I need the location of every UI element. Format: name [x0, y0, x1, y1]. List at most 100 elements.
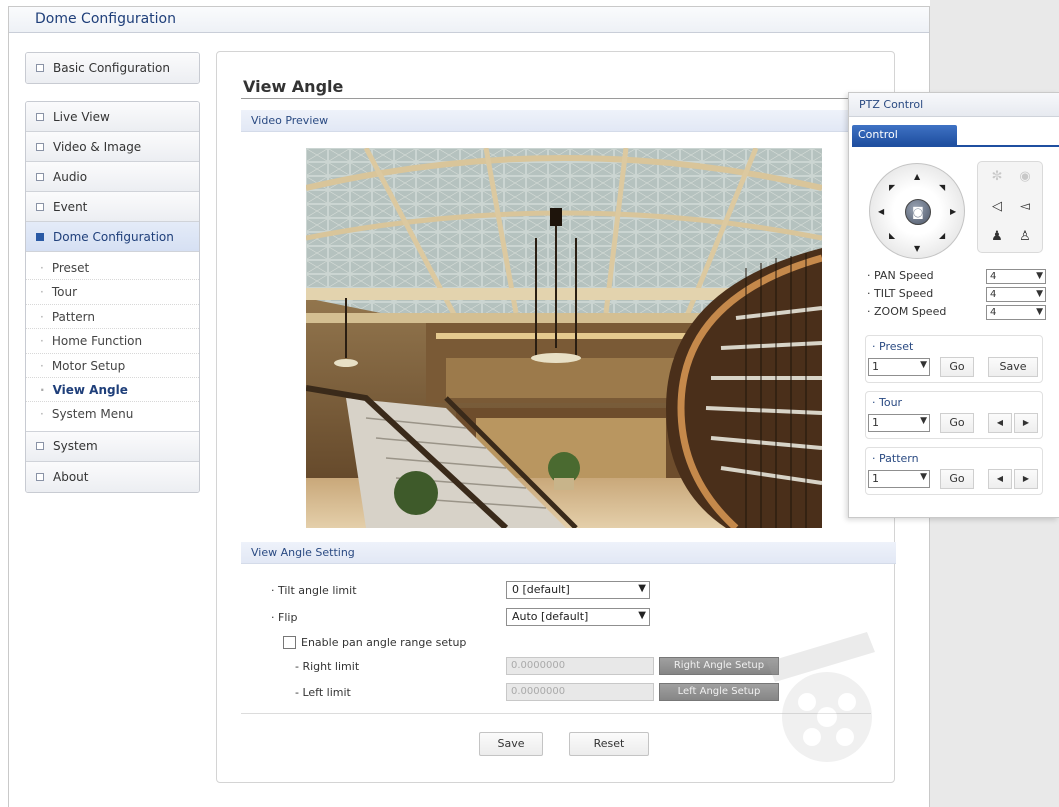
- right-limit-label: - Right limit: [295, 660, 360, 673]
- sidebar-item-label: Audio: [53, 169, 88, 184]
- tilt-angle-limit-select[interactable]: 0 [default] ▼: [506, 581, 650, 599]
- chevron-down-icon: ▼: [920, 472, 927, 482]
- zoom-in-icon[interactable]: ◁: [986, 196, 1008, 218]
- view-angle-setting-header: View Angle Setting: [241, 542, 896, 564]
- preset-save-button[interactable]: Save: [988, 357, 1038, 377]
- chevron-down-icon: ▼: [920, 360, 927, 370]
- ptz-panel-title: PTZ Control: [849, 93, 1059, 117]
- arrow-down-right-icon[interactable]: ◢: [939, 231, 945, 240]
- expand-icon: [36, 112, 44, 121]
- preset-select[interactable]: 1 ▼: [868, 358, 930, 376]
- iris-open-icon[interactable]: ♟: [986, 226, 1008, 248]
- sidebar-item-basic-configuration[interactable]: Basic Configuration: [26, 53, 199, 83]
- tab-control[interactable]: Control: [852, 125, 957, 145]
- sidebar-subitem-view-angle[interactable]: View Angle: [26, 378, 199, 403]
- tilt-angle-limit-text: Tilt angle limit: [278, 584, 357, 597]
- sidebar-basic-group: Basic Configuration: [25, 52, 200, 84]
- sidebar-subitem-pattern[interactable]: Pattern: [26, 305, 199, 330]
- pan-speed-label: · PAN Speed: [867, 269, 934, 282]
- ptz-lens-controls: ✼ ◉ ◁ ◅ ♟ ♙: [977, 161, 1043, 253]
- arrow-up-icon[interactable]: ▲: [914, 172, 920, 181]
- preset-label-text: Preset: [879, 340, 914, 353]
- page-header-title: Dome Configuration: [35, 11, 176, 27]
- expand-icon: [36, 472, 44, 481]
- focus-near-icon[interactable]: ✼: [986, 166, 1008, 188]
- right-limit-input[interactable]: 0.0000000: [506, 657, 654, 675]
- save-button[interactable]: Save: [479, 732, 543, 756]
- pan-speed-select[interactable]: 4 ▼: [986, 269, 1046, 284]
- pan-speed-text: PAN Speed: [874, 269, 934, 282]
- tour-group: · Tour 1 ▼ Go ◀ ▶: [865, 391, 1043, 439]
- tilt-angle-limit-label: · Tilt angle limit: [271, 584, 357, 597]
- expand-icon: [36, 142, 44, 151]
- sidebar-item-system[interactable]: System: [26, 431, 199, 462]
- arrow-up-right-icon[interactable]: ◥: [939, 183, 945, 192]
- home-icon[interactable]: ◙: [905, 199, 931, 225]
- tour-next-icon[interactable]: ▶: [1014, 413, 1038, 433]
- tour-label-text: Tour: [879, 396, 903, 409]
- reset-button[interactable]: Reset: [569, 732, 649, 756]
- content-panel: View Angle Video Preview View Angle Sett…: [216, 51, 896, 783]
- sidebar-subitem-preset[interactable]: Preset: [26, 256, 199, 281]
- iris-close-icon[interactable]: ♙: [1014, 226, 1036, 248]
- chevron-down-icon: ▼: [1036, 307, 1043, 317]
- sidebar-subitem-home-function[interactable]: Home Function: [26, 329, 199, 354]
- tilt-speed-select[interactable]: 4 ▼: [986, 287, 1046, 302]
- preset-go-button[interactable]: Go: [940, 357, 974, 377]
- flip-select[interactable]: Auto [default] ▼: [506, 608, 650, 626]
- arrow-up-left-icon[interactable]: ◤: [889, 183, 895, 192]
- tour-label: · Tour: [872, 396, 903, 409]
- zoom-speed-select[interactable]: 4 ▼: [986, 305, 1046, 320]
- sidebar-item-event[interactable]: Event: [26, 192, 199, 222]
- tilt-speed-value: 4: [990, 289, 997, 300]
- arrow-down-icon[interactable]: ▼: [914, 244, 920, 253]
- film-reel-watermark-icon: [767, 632, 875, 762]
- zoom-speed-label: · ZOOM Speed: [867, 305, 947, 318]
- enable-pan-angle-label: Enable pan angle range setup: [301, 636, 467, 649]
- left-limit-label: - Left limit: [295, 686, 351, 699]
- zoom-out-icon[interactable]: ◅: [1014, 196, 1036, 218]
- ptz-joystick[interactable]: ▲ ▼ ◀ ▶ ◤ ◥ ◣ ◢ ◙: [869, 163, 965, 259]
- tour-select[interactable]: 1 ▼: [868, 414, 930, 432]
- video-frame-image: [306, 148, 822, 528]
- pattern-select[interactable]: 1 ▼: [868, 470, 930, 488]
- tour-go-button[interactable]: Go: [940, 413, 974, 433]
- flip-text: Flip: [278, 611, 298, 624]
- sidebar-subitem-motor-setup[interactable]: Motor Setup: [26, 354, 199, 378]
- arrow-left-icon[interactable]: ◀: [878, 207, 884, 216]
- tab-underline: [852, 145, 1059, 147]
- pattern-go-button[interactable]: Go: [940, 469, 974, 489]
- arrow-down-left-icon[interactable]: ◣: [889, 231, 895, 240]
- sidebar-subitem-system-menu[interactable]: System Menu: [26, 402, 199, 426]
- pan-speed-value: 4: [990, 271, 997, 282]
- sidebar-item-audio[interactable]: Audio: [26, 162, 199, 192]
- sidebar-item-label: Basic Configuration: [53, 61, 170, 75]
- sidebar: Basic Configuration Live View Video & Im…: [25, 52, 200, 493]
- tour-prev-icon[interactable]: ◀: [988, 413, 1012, 433]
- pattern-value: 1: [872, 472, 879, 485]
- flip-label: · Flip: [271, 611, 298, 624]
- left-limit-input[interactable]: 0.0000000: [506, 683, 654, 701]
- sidebar-item-live-view[interactable]: Live View: [26, 102, 199, 132]
- sidebar-item-about[interactable]: About: [26, 461, 199, 492]
- arrow-right-icon[interactable]: ▶: [950, 207, 956, 216]
- sidebar-subitem-tour[interactable]: Tour: [26, 280, 199, 305]
- pattern-next-icon[interactable]: ▶: [1014, 469, 1038, 489]
- sidebar-item-video-image[interactable]: Video & Image: [26, 132, 199, 162]
- tilt-angle-limit-value: 0 [default]: [512, 583, 570, 596]
- enable-pan-angle-checkbox[interactable]: [283, 636, 296, 649]
- tilt-speed-text: TILT Speed: [874, 287, 934, 300]
- expand-icon: [36, 442, 44, 451]
- sidebar-main-group: Live View Video & Image Audio Event Dome…: [25, 101, 200, 493]
- expand-icon: [36, 172, 44, 181]
- sidebar-item-dome-configuration[interactable]: Dome Configuration: [26, 222, 199, 252]
- focus-far-icon[interactable]: ◉: [1014, 166, 1036, 188]
- sidebar-item-label: System: [53, 439, 98, 454]
- preset-value: 1: [872, 360, 879, 373]
- chevron-down-icon: ▼: [920, 416, 927, 426]
- expand-icon: [36, 202, 44, 211]
- video-preview[interactable]: [306, 148, 822, 528]
- zoom-speed-text: ZOOM Speed: [874, 305, 947, 318]
- pattern-prev-icon[interactable]: ◀: [988, 469, 1012, 489]
- zoom-speed-value: 4: [990, 307, 997, 318]
